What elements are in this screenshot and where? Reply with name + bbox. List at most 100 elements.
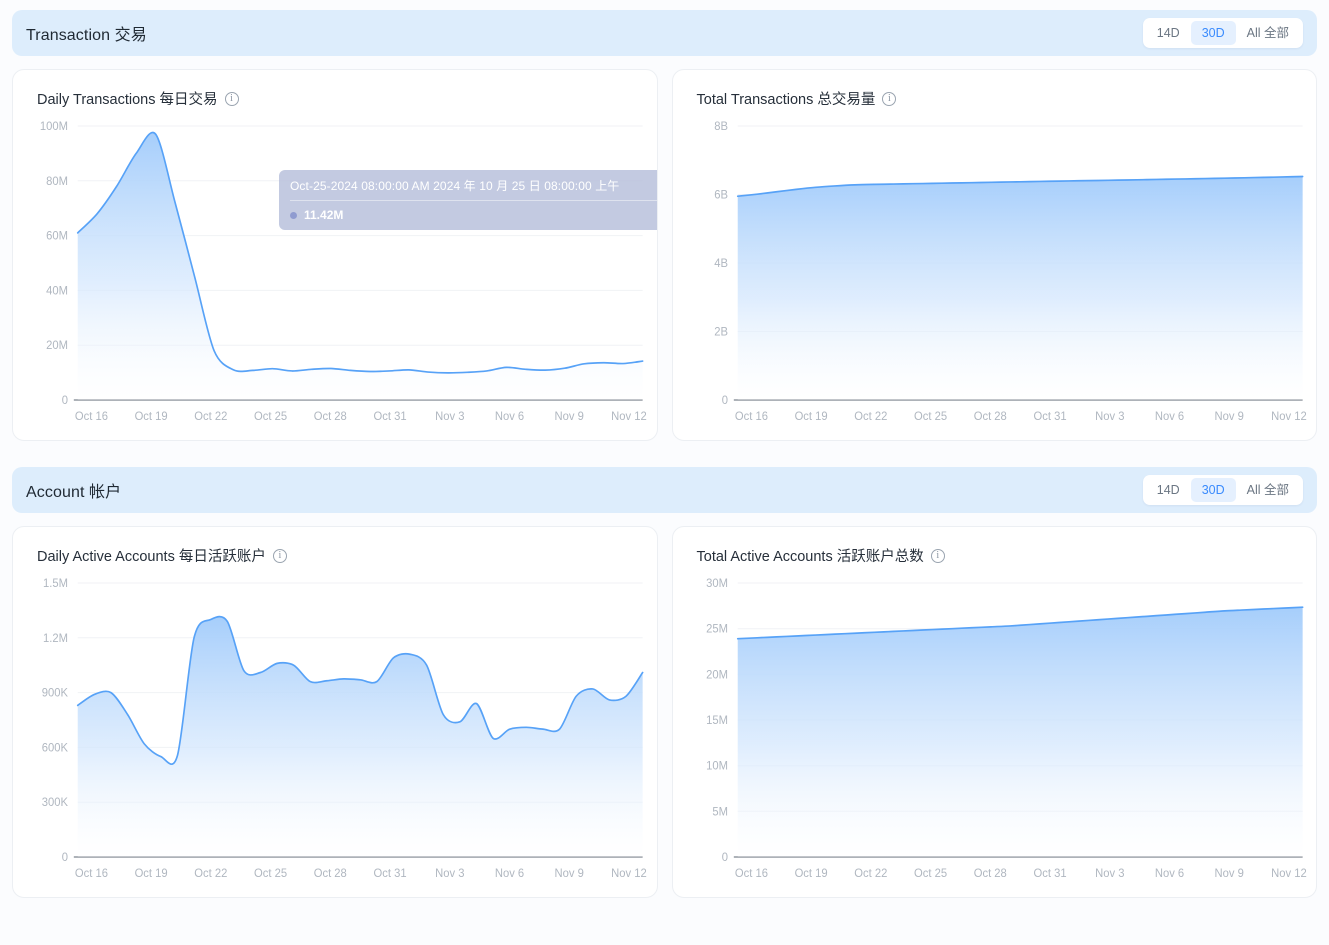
svg-text:Nov 3: Nov 3 <box>435 411 464 423</box>
svg-text:0: 0 <box>721 395 727 407</box>
range-30d-button[interactable]: 30D <box>1191 21 1236 45</box>
svg-text:300K: 300K <box>42 797 69 809</box>
transaction-cards-row: Daily Transactions 每日交易 i 0 20M 40M 60M 80M 1… <box>12 69 1317 441</box>
svg-text:Oct 19: Oct 19 <box>794 411 827 423</box>
total-transactions-title: Total Transactions 总交易量 i <box>687 88 1301 109</box>
svg-text:Oct 25: Oct 25 <box>254 868 287 880</box>
transaction-range-toggle[interactable]: 14D 30D All 全部 <box>1143 18 1303 48</box>
svg-text:Nov 9: Nov 9 <box>1214 411 1243 423</box>
total-transactions-title-label: Total Transactions 总交易量 <box>697 88 876 109</box>
total-active-accounts-chart: 0 5M 10M 15M 20M 25M 30M Oct 16 Oct 19 Oct 22 Oct … <box>683 575 1309 891</box>
daily-active-accounts-title-label: Daily Active Accounts 每日活跃账户 <box>37 545 266 566</box>
svg-text:1.2M: 1.2M <box>43 633 68 645</box>
svg-text:Oct 28: Oct 28 <box>973 411 1006 423</box>
svg-text:Nov 12: Nov 12 <box>611 411 647 423</box>
svg-text:600K: 600K <box>42 742 69 754</box>
svg-text:6B: 6B <box>714 189 728 201</box>
tooltip-date: Oct-25-2024 08:00:00 AM 2024 年 10 月 25 日… <box>290 177 658 201</box>
total-active-accounts-title: Total Active Accounts 活跃账户总数 i <box>687 545 1301 566</box>
tooltip-value-row: 11.42M <box>290 201 658 222</box>
svg-text:Oct 22: Oct 22 <box>854 411 887 423</box>
range-14d-button[interactable]: 14D <box>1146 478 1191 502</box>
svg-text:Nov 3: Nov 3 <box>1095 411 1124 423</box>
svg-text:Nov 6: Nov 6 <box>1154 411 1183 423</box>
svg-text:Nov 6: Nov 6 <box>1154 868 1183 880</box>
svg-text:20M: 20M <box>706 669 728 681</box>
svg-text:5M: 5M <box>712 806 728 818</box>
svg-text:Oct 16: Oct 16 <box>734 411 767 423</box>
account-cards-row: Daily Active Accounts 每日活跃账户 i 0 300K 600K… <box>12 526 1317 898</box>
daily-active-accounts-chart: 0300K600K900K1.2M1.5MOct 16Oct 19Oct 22O… <box>23 575 649 891</box>
range-14d-button[interactable]: 14D <box>1146 21 1191 45</box>
svg-text:100M: 100M <box>40 121 68 133</box>
info-icon[interactable]: i <box>225 92 239 106</box>
info-icon[interactable]: i <box>931 549 945 563</box>
svg-text:0: 0 <box>62 852 68 864</box>
transaction-section: Transaction 交易 14D 30D All 全部 Daily Tran… <box>12 10 1317 441</box>
svg-text:Oct 28: Oct 28 <box>314 868 347 880</box>
svg-text:Oct 25: Oct 25 <box>914 411 947 423</box>
svg-text:Nov 6: Nov 6 <box>495 868 524 880</box>
svg-text:Oct 28: Oct 28 <box>314 411 347 423</box>
svg-text:40M: 40M <box>46 285 68 297</box>
svg-text:Oct 31: Oct 31 <box>1033 411 1066 423</box>
svg-text:Oct 22: Oct 22 <box>854 868 887 880</box>
svg-text:30M: 30M <box>706 578 728 590</box>
account-range-toggle[interactable]: 14D 30D All 全部 <box>1143 475 1303 505</box>
svg-text:25M: 25M <box>706 624 728 636</box>
svg-text:Oct 31: Oct 31 <box>374 411 407 423</box>
svg-text:Nov 6: Nov 6 <box>495 411 524 423</box>
svg-text:Nov 12: Nov 12 <box>1271 868 1307 880</box>
svg-text:Oct 31: Oct 31 <box>374 868 407 880</box>
svg-text:0: 0 <box>721 852 727 864</box>
svg-text:Oct 22: Oct 22 <box>194 411 227 423</box>
transaction-section-header: Transaction 交易 14D 30D All 全部 <box>12 10 1317 56</box>
daily-transactions-chart: 0 20M 40M 60M 80M 100M Oct 16 Oct 19 Oct 22 Oct 2… <box>23 118 649 434</box>
svg-text:10M: 10M <box>706 761 728 773</box>
svg-text:Oct 19: Oct 19 <box>794 868 827 880</box>
svg-text:Oct 25: Oct 25 <box>914 868 947 880</box>
page-title: Transaction 交易 <box>26 21 147 45</box>
svg-text:Oct 31: Oct 31 <box>1033 868 1066 880</box>
svg-text:Oct 22: Oct 22 <box>194 868 227 880</box>
daily-transactions-title-label: Daily Transactions 每日交易 <box>37 88 218 109</box>
tooltip-value: 11.42M <box>304 208 343 222</box>
chart-tooltip: Oct-25-2024 08:00:00 AM 2024 年 10 月 25 日… <box>279 170 658 230</box>
account-section-header: Account 帐户 14D 30D All 全部 <box>12 467 1317 513</box>
total-active-accounts-card: Total Active Accounts 活跃账户总数 i 0 5M 10M 15M… <box>672 526 1318 898</box>
series-dot-icon <box>290 212 297 219</box>
daily-transactions-card: Daily Transactions 每日交易 i 0 20M 40M 60M 80M 1… <box>12 69 658 441</box>
svg-text:20M: 20M <box>46 340 68 352</box>
range-all-button[interactable]: All 全部 <box>1236 478 1300 502</box>
svg-text:0: 0 <box>62 395 68 407</box>
total-transactions-card: Total Transactions 总交易量 i 02B4B6B8BOct 1… <box>672 69 1318 441</box>
account-section-title: Account 帐户 <box>26 478 121 502</box>
svg-text:Oct 19: Oct 19 <box>135 411 168 423</box>
info-icon[interactable]: i <box>882 92 896 106</box>
svg-text:Oct 16: Oct 16 <box>75 868 108 880</box>
svg-text:Nov 12: Nov 12 <box>611 868 647 880</box>
svg-text:60M: 60M <box>46 230 68 242</box>
svg-text:1.5M: 1.5M <box>43 578 68 590</box>
svg-text:Nov 3: Nov 3 <box>435 868 464 880</box>
svg-text:2B: 2B <box>714 326 728 338</box>
svg-text:900K: 900K <box>42 687 69 699</box>
svg-text:Oct 28: Oct 28 <box>973 868 1006 880</box>
daily-transactions-title: Daily Transactions 每日交易 i <box>27 88 641 109</box>
svg-text:Oct 16: Oct 16 <box>734 868 767 880</box>
range-30d-button[interactable]: 30D <box>1191 478 1236 502</box>
svg-text:15M: 15M <box>706 715 728 727</box>
svg-text:8B: 8B <box>714 121 728 133</box>
svg-text:Oct 16: Oct 16 <box>75 411 108 423</box>
range-all-button[interactable]: All 全部 <box>1236 21 1300 45</box>
svg-text:Nov 12: Nov 12 <box>1271 411 1307 423</box>
svg-text:Nov 9: Nov 9 <box>555 411 584 423</box>
svg-text:Nov 9: Nov 9 <box>1214 868 1243 880</box>
svg-text:Nov 3: Nov 3 <box>1095 868 1124 880</box>
total-transactions-chart: 02B4B6B8BOct 16Oct 19Oct 22Oct 25Oct 28O… <box>683 118 1309 434</box>
svg-text:Oct 25: Oct 25 <box>254 411 287 423</box>
info-icon[interactable]: i <box>273 549 287 563</box>
svg-text:80M: 80M <box>46 176 68 188</box>
daily-active-accounts-card: Daily Active Accounts 每日活跃账户 i 0 300K 600K… <box>12 526 658 898</box>
total-active-accounts-title-label: Total Active Accounts 活跃账户总数 <box>697 545 924 566</box>
